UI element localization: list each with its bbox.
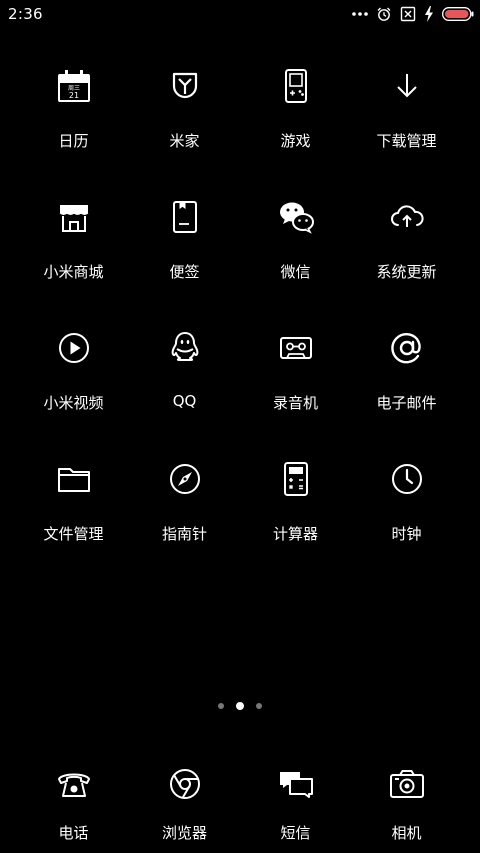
sim-off-icon [400,6,416,22]
app-label: 小米商城 [43,263,104,281]
app-compass[interactable]: 指南针 [129,451,240,582]
app-qq[interactable]: QQ [129,320,240,451]
app-label: 电子邮件 [376,394,437,412]
app-label: 相机 [391,824,422,842]
page-indicator [0,702,480,710]
app-label: 计算器 [272,525,318,543]
status-bar: 2:36 [0,0,480,28]
app-notes[interactable]: 便签 [129,189,240,320]
svg-text:21: 21 [68,91,78,100]
app-camera[interactable]: 相机 [351,756,462,853]
more-dots-icon [352,11,368,17]
app-phone[interactable]: 电话 [18,756,129,853]
app-label: 日历 [58,132,89,150]
status-icons [352,4,474,24]
app-label: 指南针 [161,525,207,543]
cloud-upload-icon [387,197,427,237]
store-icon [54,197,94,237]
camera-icon [387,764,427,804]
dock: 电话 浏览器 短信 相机 [18,756,462,853]
app-label: 便签 [169,263,200,281]
calculator-icon [276,459,316,499]
app-email[interactable]: 电子邮件 [351,320,462,451]
clock-icon [387,459,427,499]
app-label: QQ [172,392,197,410]
app-file-manager[interactable]: 文件管理 [18,451,129,582]
app-grid: 周三 21 日历 米家 游戏 下载管理 小米商城 便签 微信 系统更新 小米视频… [18,58,462,582]
app-recorder[interactable]: 录音机 [240,320,351,451]
app-browser[interactable]: 浏览器 [129,756,240,853]
video-icon [54,328,94,368]
app-label: 电话 [58,824,89,842]
app-game[interactable]: 游戏 [240,58,351,189]
app-label: 录音机 [272,394,318,412]
app-mi-video[interactable]: 小米视频 [18,320,129,451]
messages-icon [276,764,316,804]
app-calculator[interactable]: 计算器 [240,451,351,582]
app-wechat[interactable]: 微信 [240,189,351,320]
charging-icon [424,6,434,22]
app-messages[interactable]: 短信 [240,756,351,853]
app-calendar[interactable]: 周三 21 日历 [18,58,129,189]
app-label: 浏览器 [161,824,207,842]
browser-icon [165,764,205,804]
mijia-icon [165,66,205,106]
app-label: 下载管理 [376,132,437,150]
app-system-update[interactable]: 系统更新 [351,189,462,320]
page-dot[interactable] [256,703,262,709]
app-label: 系统更新 [376,263,437,281]
app-mijia[interactable]: 米家 [129,58,240,189]
notes-icon [165,197,205,237]
app-label: 米家 [169,132,200,150]
app-label: 微信 [280,263,311,281]
app-download-manager[interactable]: 下载管理 [351,58,462,189]
app-clock[interactable]: 时钟 [351,451,462,582]
app-label: 游戏 [280,132,311,150]
qq-icon [165,328,205,368]
recorder-icon [276,328,316,368]
download-icon [387,66,427,106]
status-time: 2:36 [8,5,43,23]
app-label: 短信 [280,824,311,842]
app-label: 时钟 [391,525,422,543]
alarm-icon [376,6,392,22]
calendar-icon: 周三 21 [54,66,94,106]
app-label: 小米视频 [43,394,104,412]
page-dot[interactable] [218,703,224,709]
app-mi-store[interactable]: 小米商城 [18,189,129,320]
page-dot-active[interactable] [236,702,244,710]
wechat-icon [276,197,316,237]
app-label: 文件管理 [43,525,104,543]
compass-icon [165,459,205,499]
folder-icon [54,459,94,499]
phone-icon [54,764,94,804]
game-icon [276,66,316,106]
email-icon [387,328,427,368]
battery-icon [442,7,474,21]
